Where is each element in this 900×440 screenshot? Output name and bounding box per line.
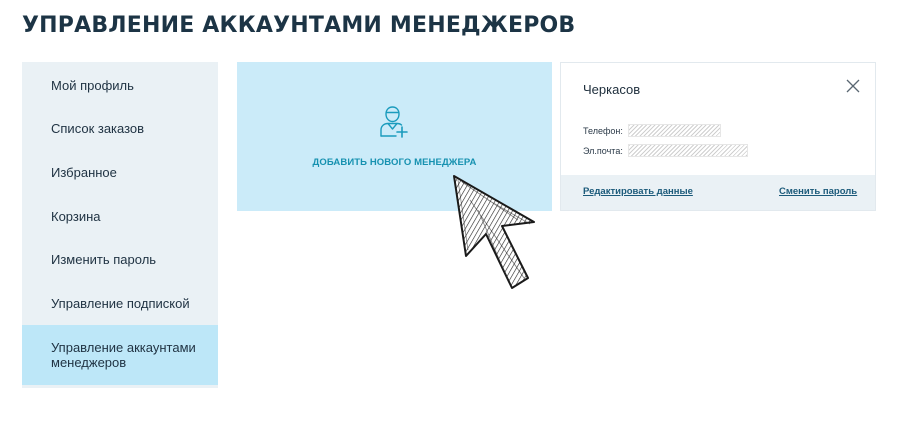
add-user-icon	[380, 106, 408, 138]
manager-card: Черкасов Телефон: Эл.почта: Редактироват…	[560, 62, 876, 211]
sidebar-item-cart[interactable]: Корзина	[22, 209, 218, 224]
phone-value-masked	[628, 124, 721, 137]
email-label: Эл.почта:	[583, 146, 623, 156]
sidebar-item-manager-accounts[interactable]: Управление аккаунтами менеджеров	[22, 325, 218, 385]
edit-data-link[interactable]: Редактировать данные	[583, 186, 693, 197]
change-password-link[interactable]: Сменить пароль	[779, 186, 857, 197]
sidebar-item-change-password[interactable]: Изменить пароль	[22, 252, 218, 267]
page-title: УПРАВЛЕНИЕ АККАУНТАМИ МЕНЕДЖЕРОВ	[22, 13, 576, 38]
sidebar-item-favorites[interactable]: Избранное	[22, 165, 218, 180]
sidebar: Мой профиль Список заказов Избранное Кор…	[22, 62, 218, 388]
sidebar-item-orders[interactable]: Список заказов	[22, 121, 218, 136]
sidebar-item-subscription[interactable]: Управление подпиской	[22, 296, 218, 311]
card-footer: Редактировать данные Сменить пароль	[561, 175, 875, 210]
phone-label: Телефон:	[583, 126, 623, 136]
manager-name: Черкасов	[583, 82, 641, 97]
close-icon[interactable]	[846, 79, 860, 93]
sidebar-item-my-profile[interactable]: Мой профиль	[22, 78, 218, 93]
email-value-masked	[628, 144, 748, 157]
add-manager-button[interactable]: ДОБАВИТЬ НОВОГО МЕНЕДЖЕРА	[237, 62, 552, 211]
add-manager-label: ДОБАВИТЬ НОВОГО МЕНЕДЖЕРА	[312, 157, 477, 168]
